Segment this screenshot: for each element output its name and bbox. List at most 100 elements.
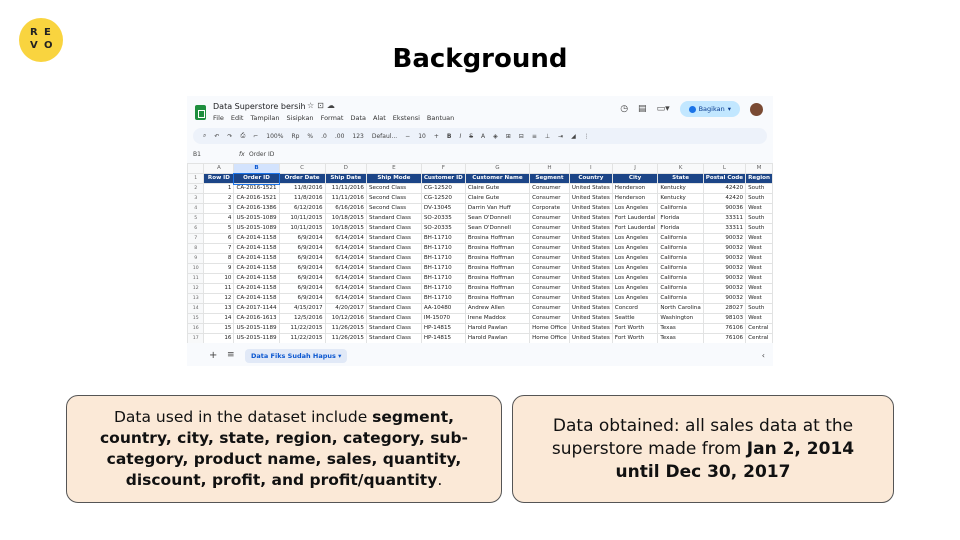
google-sheets-icon[interactable]	[195, 105, 206, 120]
header-cell[interactable]: State	[657, 173, 704, 184]
table-cell[interactable]: California	[657, 243, 704, 254]
column-header[interactable]: M	[745, 163, 773, 174]
table-cell[interactable]: Claire Gute	[464, 183, 531, 194]
table-cell[interactable]: US-2015-1189	[233, 333, 280, 343]
table-cell[interactable]: Texas	[657, 323, 704, 334]
table-cell[interactable]: 2	[203, 193, 235, 204]
table-cell[interactable]: 6/9/2014	[278, 233, 326, 244]
document-title[interactable]: Data Superstore bersih	[213, 102, 306, 111]
table-cell[interactable]: Consumer	[529, 253, 570, 264]
table-cell[interactable]: United States	[568, 203, 613, 214]
history-icon[interactable]: ◷	[620, 104, 628, 114]
redo-icon[interactable]: ↷	[227, 133, 232, 140]
row-number[interactable]: 1	[187, 173, 205, 184]
table-cell[interactable]: 11/8/2016	[278, 193, 326, 204]
row-number[interactable]: 17	[187, 333, 205, 343]
table-cell[interactable]: 10/18/2015	[324, 223, 367, 234]
table-cell[interactable]: Consumer	[529, 283, 570, 294]
header-cell[interactable]: Postal Code	[702, 173, 747, 184]
table-cell[interactable]: 9	[203, 263, 235, 274]
table-cell[interactable]: 42420	[702, 193, 747, 204]
table-cell[interactable]: Henderson	[611, 193, 659, 204]
table-cell[interactable]: Central	[745, 323, 773, 334]
table-cell[interactable]: Fort Worth	[611, 323, 659, 334]
table-cell[interactable]: HP-14815	[420, 323, 466, 334]
table-cell[interactable]: CA-2016-1386	[233, 203, 280, 214]
table-cell[interactable]: Florida	[657, 223, 704, 234]
table-cell[interactable]: United States	[568, 233, 613, 244]
table-cell[interactable]: 6/9/2014	[278, 293, 326, 304]
table-cell[interactable]: Florida	[657, 213, 704, 224]
row-number[interactable]: 11	[187, 273, 205, 284]
row-number[interactable]: 5	[187, 213, 205, 224]
table-cell[interactable]: 90032	[702, 283, 747, 294]
table-cell[interactable]: US-2015-1189	[233, 323, 280, 334]
menu-view[interactable]: Tampilan	[250, 114, 279, 122]
table-cell[interactable]: Home Office	[529, 333, 570, 343]
avatar[interactable]	[750, 102, 763, 116]
table-cell[interactable]: BH-11710	[420, 293, 466, 304]
table-cell[interactable]: BH-11710	[420, 273, 466, 284]
percent-button[interactable]: %	[307, 133, 313, 140]
table-cell[interactable]: Los Angeles	[611, 203, 659, 214]
table-cell[interactable]: California	[657, 283, 704, 294]
table-cell[interactable]: 98103	[702, 313, 747, 324]
merge-cells-icon[interactable]: ⊟	[519, 133, 524, 140]
table-cell[interactable]: Consumer	[529, 183, 570, 194]
table-cell[interactable]: United States	[568, 243, 613, 254]
table-cell[interactable]: United States	[568, 333, 613, 343]
paint-format-icon[interactable]: ⌐	[253, 133, 258, 140]
table-cell[interactable]: Harold Pawlan	[464, 323, 531, 334]
text-color-icon[interactable]: A	[481, 133, 485, 140]
table-cell[interactable]: 12	[203, 293, 235, 304]
table-cell[interactable]: 11	[203, 283, 235, 294]
table-cell[interactable]: California	[657, 233, 704, 244]
header-cell[interactable]: Customer ID	[420, 173, 466, 184]
row-number[interactable]: 6	[187, 223, 205, 234]
table-cell[interactable]: West	[745, 283, 773, 294]
table-cell[interactable]: IM-15070	[420, 313, 466, 324]
table-cell[interactable]: United States	[568, 253, 613, 264]
wrap-icon[interactable]: ⇥	[558, 133, 563, 140]
table-cell[interactable]: West	[745, 263, 773, 274]
menu-tools[interactable]: Alat	[373, 114, 386, 122]
table-cell[interactable]: 1	[203, 183, 235, 194]
table-cell[interactable]: Washington	[657, 313, 704, 324]
menu-edit[interactable]: Edit	[231, 114, 244, 122]
table-cell[interactable]: BH-11710	[420, 263, 466, 274]
name-box[interactable]: B1	[193, 151, 201, 158]
column-header[interactable]: H	[529, 163, 570, 174]
table-cell[interactable]: HP-14815	[420, 333, 466, 343]
table-cell[interactable]: 6/16/2016	[324, 203, 367, 214]
table-cell[interactable]: 4	[203, 213, 235, 224]
menu-file[interactable]: File	[213, 114, 224, 122]
table-cell[interactable]: South	[745, 303, 773, 314]
star-icon[interactable]: ☆	[307, 101, 317, 110]
table-cell[interactable]: 10/18/2015	[324, 213, 367, 224]
font-select[interactable]: Defaul...	[372, 133, 397, 140]
table-cell[interactable]: 28027	[702, 303, 747, 314]
table-cell[interactable]: Brosina Hoffman	[464, 233, 531, 244]
header-cell[interactable]: Order Date	[278, 173, 326, 184]
cloud-status-icon[interactable]: ☁	[327, 101, 338, 110]
column-header[interactable]: L	[702, 163, 747, 174]
table-cell[interactable]: CA-2016-1613	[233, 313, 280, 324]
table-cell[interactable]: CA-2014-1158	[233, 293, 280, 304]
table-cell[interactable]: 90032	[702, 233, 747, 244]
table-cell[interactable]: 6/14/2014	[324, 283, 367, 294]
column-header[interactable]: C	[278, 163, 326, 174]
table-cell[interactable]: 11/22/2015	[278, 333, 326, 343]
header-cell[interactable]: Ship Mode	[365, 173, 422, 184]
table-cell[interactable]: Claire Gute	[464, 193, 531, 204]
table-cell[interactable]: Irene Maddox	[464, 313, 531, 324]
table-cell[interactable]: 90032	[702, 253, 747, 264]
video-icon[interactable]: ▭▾	[657, 104, 670, 114]
table-cell[interactable]: BH-11710	[420, 243, 466, 254]
table-cell[interactable]: West	[745, 233, 773, 244]
table-cell[interactable]: Kentucky	[657, 193, 704, 204]
row-number[interactable]: 8	[187, 243, 205, 254]
row-number[interactable]: 16	[187, 323, 205, 334]
table-cell[interactable]: Henderson	[611, 183, 659, 194]
column-header[interactable]: F	[420, 163, 466, 174]
table-cell[interactable]: North Carolina	[657, 303, 704, 314]
